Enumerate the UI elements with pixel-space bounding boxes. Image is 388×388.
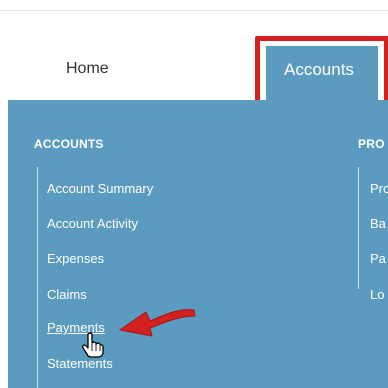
menu-item-claims[interactable]: Claims bbox=[47, 287, 87, 302]
second-column-rule bbox=[358, 167, 359, 289]
nav-accounts[interactable]: Accounts bbox=[266, 46, 378, 100]
menu-item-account-summary[interactable]: Account Summary bbox=[47, 181, 153, 196]
red-arrow-icon bbox=[118, 309, 196, 337]
second-menu-item-1[interactable]: Pro bbox=[370, 181, 388, 196]
second-heading: PRO bbox=[358, 137, 385, 151]
menu-item-account-activity[interactable]: Account Activity bbox=[47, 216, 138, 231]
second-menu-item-2[interactable]: Ba bbox=[370, 216, 386, 231]
nav-home[interactable]: Home bbox=[66, 60, 109, 78]
accounts-mega-menu: ACCOUNTS Account Summary Account Activit… bbox=[8, 100, 388, 388]
menu-item-statements[interactable]: Statements bbox=[47, 356, 113, 371]
nav-accounts-label: Accounts bbox=[284, 60, 354, 79]
accounts-heading: ACCOUNTS bbox=[34, 137, 104, 151]
top-divider bbox=[0, 10, 388, 11]
second-menu-item-4[interactable]: Lo bbox=[370, 287, 384, 302]
second-column: PRO Pro Ba Pa Lo bbox=[358, 100, 388, 388]
second-menu-item-3[interactable]: Pa bbox=[370, 251, 386, 266]
hand-cursor-icon bbox=[82, 332, 104, 358]
accounts-column-rule bbox=[37, 167, 38, 388]
menu-item-expenses[interactable]: Expenses bbox=[47, 251, 104, 266]
